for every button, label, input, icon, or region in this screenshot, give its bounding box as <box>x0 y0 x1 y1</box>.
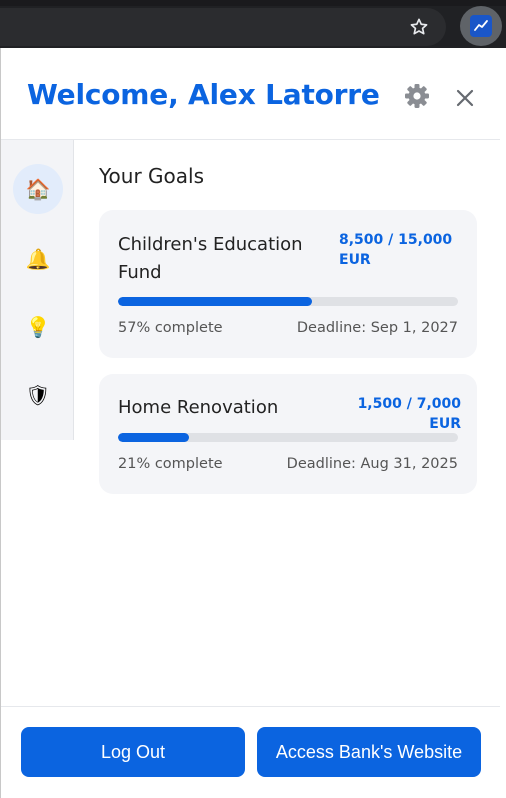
goal-card[interactable]: Home Renovation 1,500 / 7,000 EUR 21% co… <box>99 374 477 494</box>
goal-progress-fill <box>118 297 312 306</box>
extension-button[interactable] <box>460 6 502 46</box>
browser-toolbar <box>0 0 506 48</box>
popup-footer: Log Out Access Bank's Website <box>1 706 500 798</box>
goal-percent: 57% complete <box>118 320 223 336</box>
gear-icon[interactable] <box>403 82 431 110</box>
extension-popup: Welcome, Alex Latorre 🏠 🔔 💡 🛡 Your Goals… <box>0 48 500 798</box>
address-bar[interactable] <box>0 8 446 46</box>
goal-deadline: Deadline: Sep 1, 2027 <box>296 320 458 336</box>
lightbulb-icon: 💡 <box>25 315 51 339</box>
goal-progress-fill <box>118 433 190 442</box>
section-title: Your Goals <box>99 164 205 188</box>
shield-icon: 🛡 <box>25 383 51 407</box>
goal-name: Home Renovation <box>118 397 279 418</box>
bank-website-button[interactable]: Access Bank's Website <box>257 727 481 777</box>
sidebar: 🏠 🔔 💡 🛡 <box>1 140 74 440</box>
bookmark-star-icon[interactable] <box>404 12 434 42</box>
goal-amount: 8,500 / 15,000 EUR <box>339 232 453 268</box>
browser-tabstrip <box>0 0 506 6</box>
goal-amount: 1,500 / 7,000 EUR <box>357 396 461 432</box>
goal-percent: 21% complete <box>118 456 223 472</box>
popup-header: Welcome, Alex Latorre <box>1 48 500 140</box>
sidebar-item-notifications[interactable]: 🔔 <box>13 234 63 284</box>
goal-card[interactable]: Children's Education Fund 8,500 / 15,000… <box>99 210 477 358</box>
close-icon[interactable] <box>453 86 477 110</box>
goal-progress-bar <box>118 297 458 306</box>
page-background <box>500 48 506 798</box>
sidebar-item-tips[interactable]: 💡 <box>13 302 63 352</box>
logout-button[interactable]: Log Out <box>21 727 245 777</box>
goal-progress-bar <box>118 433 458 442</box>
welcome-title: Welcome, Alex Latorre <box>27 78 380 111</box>
home-icon: 🏠 <box>25 177 51 201</box>
sidebar-item-home[interactable]: 🏠 <box>13 164 63 214</box>
sidebar-item-security[interactable]: 🛡 <box>13 370 63 420</box>
goal-deadline: Deadline: Aug 31, 2025 <box>286 456 458 472</box>
trend-chart-icon <box>470 15 492 37</box>
bell-icon: 🔔 <box>25 247 51 271</box>
goal-name: Children's Education Fund <box>118 234 303 283</box>
